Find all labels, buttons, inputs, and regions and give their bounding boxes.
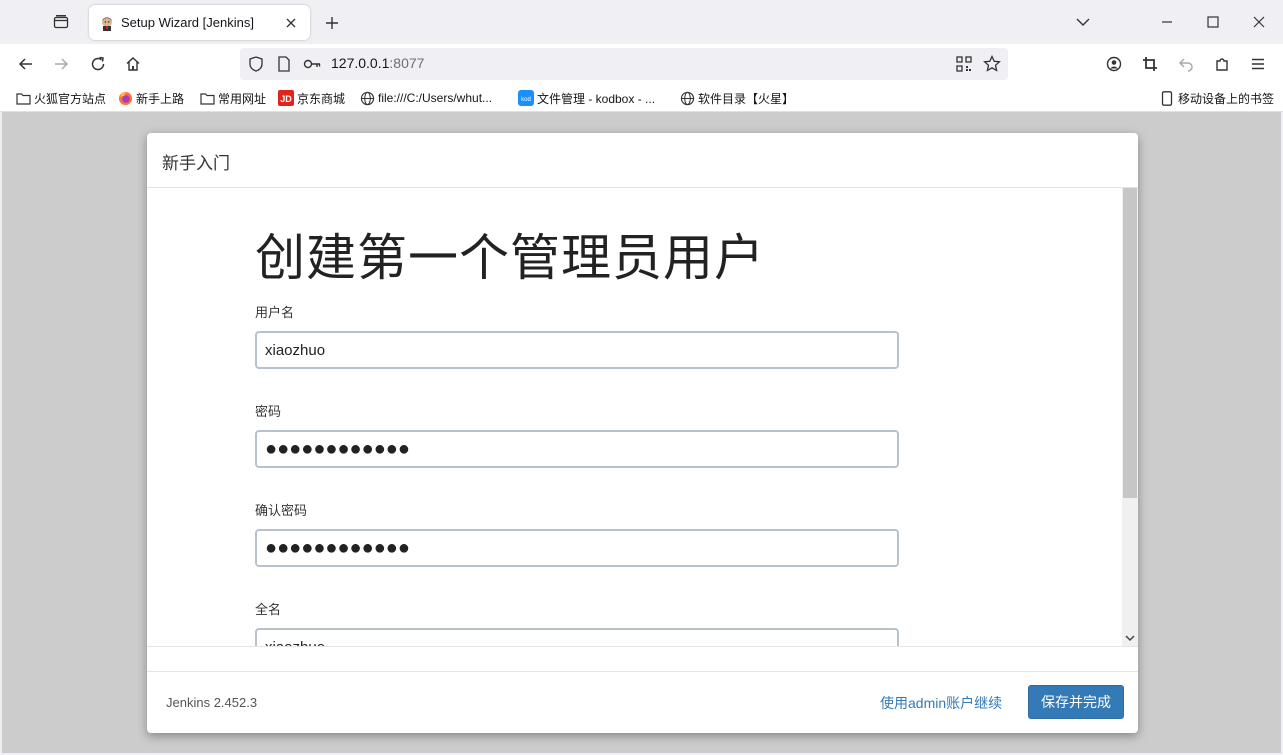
globe-icon <box>679 90 695 106</box>
qr-code-icon[interactable] <box>956 56 972 72</box>
globe-icon <box>359 90 375 106</box>
close-icon <box>1253 16 1265 28</box>
browser-titlebar: Setup Wizard [Jenkins] <box>0 0 1283 44</box>
tab-close-button[interactable] <box>282 14 300 32</box>
setup-wizard-dialog: 新手入门 创建第一个管理员用户 用户名 xiaozhuo 密码 ●●●●●●●●… <box>147 133 1138 733</box>
dialog-scrollbar[interactable] <box>1122 188 1138 646</box>
minimize-button[interactable] <box>1144 0 1190 44</box>
confirm-password-label: 确认密码 <box>255 503 308 518</box>
dialog-footer: Jenkins 2.452.3 使用admin账户继续 保存并完成 <box>147 671 1138 733</box>
password-value: ●●●●●●●●●●●● <box>265 437 410 460</box>
tab-list-icon <box>53 15 69 29</box>
bookmark-item[interactable]: 火狐官方站点 <box>15 89 106 107</box>
page-heading: 创建第一个管理员用户 <box>255 230 765 286</box>
bookmark-item[interactable]: kod 文件管理 - kodbox - ... <box>518 89 655 107</box>
svg-text:JD: JD <box>280 94 292 104</box>
mobile-bookmarks[interactable]: 移动设备上的书签 <box>1159 89 1274 107</box>
bookmark-item[interactable]: 常用网址 <box>199 89 266 107</box>
url-host: 127.0.0.1 <box>331 55 390 71</box>
back-button[interactable] <box>10 48 42 80</box>
jenkins-version: Jenkins 2.452.3 <box>166 695 258 710</box>
reload-icon <box>91 56 105 71</box>
bookmark-label: 京东商城 <box>297 91 346 106</box>
fullname-label: 全名 <box>255 602 282 617</box>
fullname-value: xiaozhuo <box>265 639 325 647</box>
forward-button[interactable] <box>45 48 77 80</box>
home-icon <box>126 57 140 71</box>
mobile-device-icon <box>1159 90 1175 106</box>
username-value: xiaozhuo <box>265 341 326 359</box>
jenkins-favicon-icon <box>102 16 112 31</box>
confirm-password-value: ●●●●●●●●●●●● <box>265 536 410 559</box>
dialog-header: 新手入门 <box>147 133 1138 188</box>
scroll-down-button[interactable] <box>1124 632 1136 644</box>
dialog-title: 新手入门 <box>162 154 230 173</box>
home-button[interactable] <box>117 48 149 80</box>
bookmark-label: file:///C:/Users/whut... <box>378 91 493 105</box>
screenshot-button[interactable] <box>1134 48 1166 80</box>
extensions-button[interactable] <box>1206 48 1238 80</box>
hamburger-menu-icon <box>1252 58 1264 70</box>
confirm-password-input[interactable]: ●●●●●●●●●●●● <box>255 529 899 567</box>
account-button[interactable] <box>1098 48 1130 80</box>
tab-title: Setup Wizard [Jenkins] <box>121 15 254 30</box>
star-bookmark-icon[interactable] <box>983 55 1001 73</box>
bookmark-item[interactable]: 新手上路 <box>117 89 184 107</box>
bookmark-label: 新手上路 <box>136 91 185 106</box>
maximize-button[interactable] <box>1190 0 1236 44</box>
undo-close-tab-button[interactable] <box>1170 48 1202 80</box>
mobile-bookmarks-label: 移动设备上的书签 <box>1178 91 1275 106</box>
kodbox-icon: kod <box>518 90 534 106</box>
arrow-right-icon <box>55 58 69 70</box>
menu-button[interactable] <box>1242 48 1274 80</box>
chevron-down-icon <box>1076 18 1090 26</box>
password-input[interactable]: ●●●●●●●●●●●● <box>255 430 899 468</box>
bookmark-label: 软件目录【火星】 <box>698 91 795 106</box>
jd-icon: JD <box>278 90 294 106</box>
fullname-input[interactable]: xiaozhuo <box>255 628 899 646</box>
puzzle-icon <box>1216 58 1228 71</box>
svg-text:kod: kod <box>521 97 531 103</box>
bookmarks-toolbar: 火狐官方站点 新手上路 常用网址 JD 京东商城 file:///C:/User… <box>0 84 1283 112</box>
bookmark-label: 常用网址 <box>218 91 267 106</box>
firefox-icon <box>117 90 133 106</box>
folder-icon <box>15 90 31 106</box>
undo-icon <box>1178 58 1193 72</box>
address-bar[interactable]: 127.0.0.1:8077 <box>240 48 1008 80</box>
url-text[interactable]: 127.0.0.1:8077 <box>331 55 424 71</box>
bookmark-label: 火狐官方站点 <box>34 91 107 106</box>
crop-icon <box>1143 57 1157 71</box>
bookmark-label: 文件管理 - kodbox - ... <box>537 91 656 106</box>
chevron-down-icon <box>1125 635 1135 642</box>
dialog-body[interactable]: 创建第一个管理员用户 用户名 xiaozhuo 密码 ●●●●●●●●●●●● … <box>147 188 1138 646</box>
tab-list-button[interactable] <box>44 6 78 38</box>
account-icon <box>1106 56 1122 72</box>
key-icon[interactable] <box>303 56 321 72</box>
bookmark-item[interactable]: 软件目录【火星】 <box>679 89 794 107</box>
window-close-button[interactable] <box>1236 0 1282 44</box>
password-label: 密码 <box>255 404 282 419</box>
bookmark-item[interactable]: JD 京东商城 <box>278 89 345 107</box>
plus-icon <box>326 17 338 29</box>
body-footer-divider <box>147 646 1138 671</box>
username-input[interactable]: xiaozhuo <box>255 331 899 369</box>
arrow-left-icon <box>18 58 32 70</box>
minimize-icon <box>1162 21 1172 23</box>
close-icon <box>286 18 296 27</box>
shield-icon[interactable] <box>248 56 264 72</box>
maximize-icon <box>1207 16 1219 28</box>
browser-tab-active[interactable]: Setup Wizard [Jenkins] <box>89 5 310 40</box>
save-and-finish-button[interactable]: 保存并完成 <box>1028 685 1124 719</box>
page-icon[interactable] <box>277 56 291 72</box>
url-port: :8077 <box>389 55 425 71</box>
page-viewport: 新手入门 创建第一个管理员用户 用户名 xiaozhuo 密码 ●●●●●●●●… <box>2 112 1281 753</box>
new-tab-button[interactable] <box>318 9 346 37</box>
username-label: 用户名 <box>255 305 295 320</box>
scrollbar-thumb[interactable] <box>1123 188 1137 498</box>
continue-as-admin-link[interactable]: 使用admin账户继续 <box>880 693 1002 713</box>
bookmark-item[interactable]: file:///C:/Users/whut... <box>359 89 492 107</box>
folder-icon <box>199 90 215 106</box>
reload-button[interactable] <box>82 48 114 80</box>
list-all-tabs-button[interactable] <box>1060 0 1106 44</box>
